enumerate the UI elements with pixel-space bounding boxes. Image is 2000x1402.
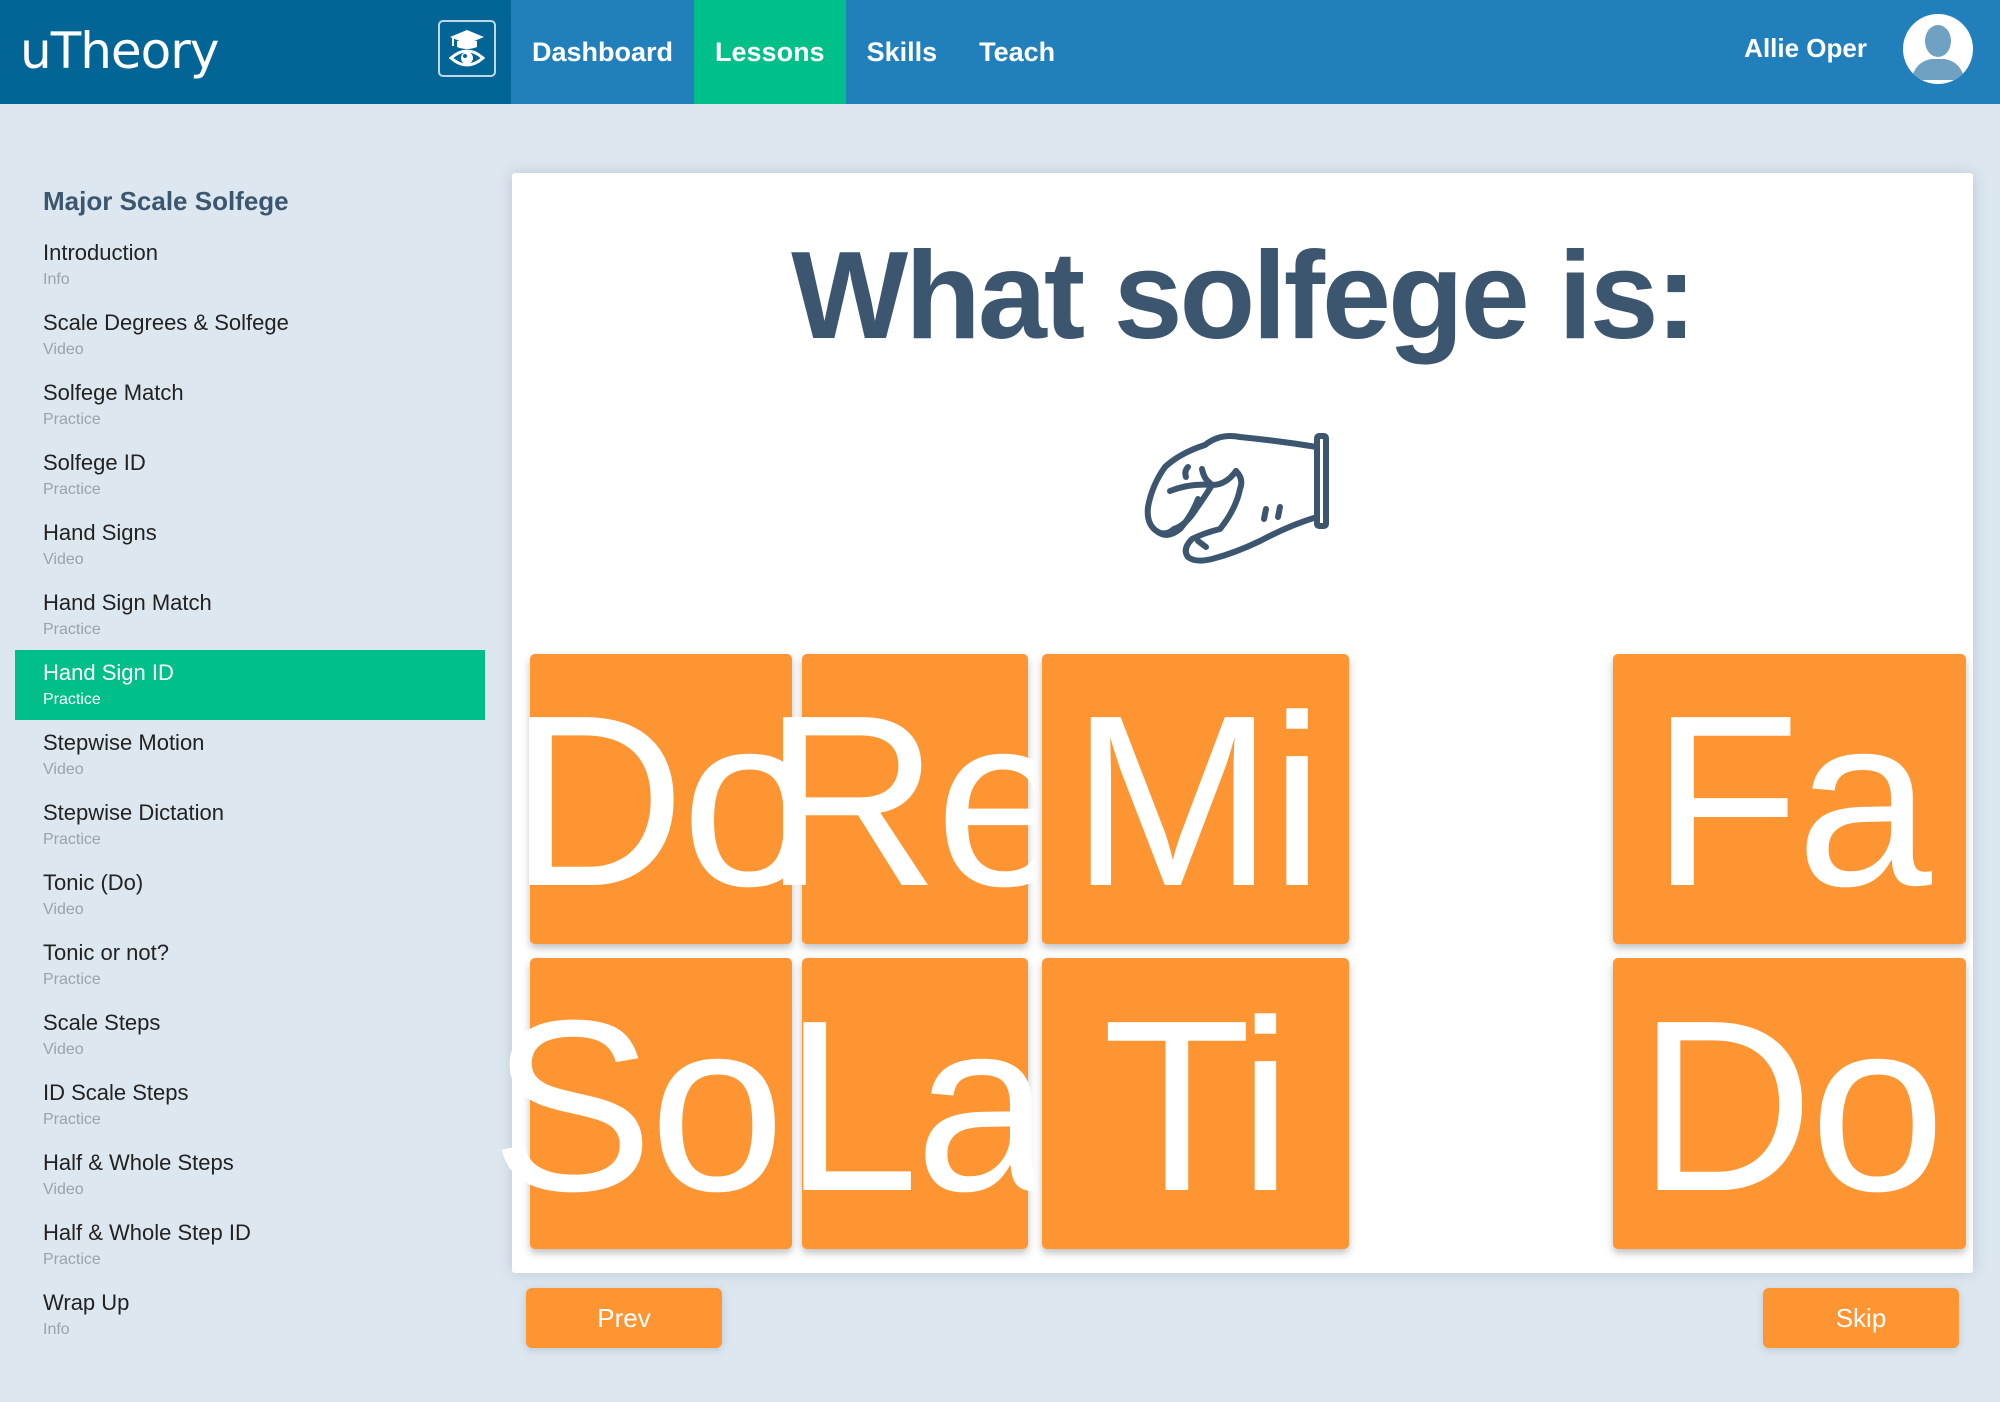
- lesson-type: Video: [43, 1181, 84, 1198]
- sidebar-item-solfege-match[interactable]: Solfege Match Practice: [15, 370, 485, 440]
- lesson-title: ID Scale Steps: [43, 1080, 189, 1105]
- lesson-title: Solfege ID: [43, 450, 146, 475]
- nav-dashboard[interactable]: Dashboard: [511, 0, 694, 104]
- lesson-title: Tonic or not?: [43, 940, 169, 965]
- lesson-type: Video: [43, 901, 84, 918]
- sidebar-item-scale-degrees-solfege[interactable]: Scale Degrees & Solfege Video: [15, 300, 485, 370]
- sidebar-item-stepwise-motion[interactable]: Stepwise Motion Video: [15, 720, 485, 790]
- graduation-cap-eye-icon[interactable]: [438, 20, 496, 77]
- lesson-title: Hand Signs: [43, 520, 157, 545]
- sidebar-item-solfege-id[interactable]: Solfege ID Practice: [15, 440, 485, 510]
- lesson-type: Practice: [43, 831, 101, 848]
- lesson-title: Half & Whole Step ID: [43, 1220, 251, 1245]
- sidebar-item-id-scale-steps[interactable]: ID Scale Steps Practice: [15, 1070, 485, 1140]
- answer-tile-mi[interactable]: Mi: [1042, 654, 1349, 944]
- nav-skills[interactable]: Skills: [846, 0, 959, 104]
- lesson-type: Practice: [43, 621, 101, 638]
- lesson-type: Info: [43, 271, 70, 288]
- answer-tile-ti[interactable]: Ti: [1042, 958, 1349, 1249]
- sidebar-heading: Major Scale Solfege: [43, 186, 289, 216]
- lesson-title: Scale Degrees & Solfege: [43, 310, 289, 335]
- lesson-type: Video: [43, 551, 84, 568]
- lesson-type: Practice: [43, 411, 101, 428]
- answer-tile-fa[interactable]: Fa: [1613, 654, 1966, 944]
- nav-lessons[interactable]: Lessons: [694, 0, 846, 104]
- lesson-title: Solfege Match: [43, 380, 184, 405]
- answer-tile-do[interactable]: Do: [509, 654, 817, 944]
- sidebar-item-wrap-up[interactable]: Wrap Up Info: [15, 1280, 485, 1350]
- lesson-title: Stepwise Dictation: [43, 800, 224, 825]
- lesson-type: Video: [43, 761, 84, 778]
- lesson-title: Introduction: [43, 240, 158, 265]
- answer-tile-re[interactable]: Re: [763, 654, 1071, 944]
- main-nav: Dashboard Lessons Skills Teach: [511, 0, 1076, 104]
- lesson-type: Practice: [43, 971, 101, 988]
- question-card: What solfege is: Do Re Mi Fa Sol La Ti D…: [491, 173, 1973, 1273]
- answer-tile-do-octave[interactable]: Do: [1613, 958, 1966, 1249]
- skip-button[interactable]: Skip: [1763, 1288, 1959, 1348]
- answer-label: Ti: [1102, 968, 1292, 1242]
- lesson-title: Scale Steps: [43, 1010, 161, 1035]
- answer-tile-la[interactable]: La: [783, 958, 1051, 1249]
- sidebar-item-half-whole-step-id[interactable]: Half & Whole Step ID Practice: [15, 1210, 485, 1280]
- lesson-title: Stepwise Motion: [43, 730, 205, 755]
- lesson-type: Video: [43, 341, 84, 358]
- prev-button[interactable]: Prev: [526, 1288, 722, 1348]
- answer-label: Fa: [1651, 664, 1932, 937]
- hand-sign-icon: [1140, 429, 1340, 579]
- answer-tile-sol[interactable]: Sol: [491, 958, 835, 1249]
- user-avatar[interactable]: [1903, 14, 1973, 84]
- lesson-type: Practice: [43, 1251, 101, 1268]
- sidebar-item-hand-signs[interactable]: Hand Signs Video: [15, 510, 485, 580]
- lesson-title: Wrap Up: [43, 1290, 130, 1315]
- sidebar-item-scale-steps[interactable]: Scale Steps Video: [15, 1000, 485, 1070]
- answer-label: Mi: [1070, 664, 1324, 937]
- sidebar-item-introduction[interactable]: Introduction Info: [15, 230, 485, 300]
- sidebar-item-hand-sign-match[interactable]: Hand Sign Match Practice: [15, 580, 485, 650]
- answer-label: Sol: [490, 968, 836, 1242]
- sidebar-item-half-whole-steps[interactable]: Half & Whole Steps Video: [15, 1140, 485, 1210]
- sidebar-item-stepwise-dictation[interactable]: Stepwise Dictation Practice: [15, 790, 485, 860]
- utheory-logo[interactable]: uTheory: [20, 16, 219, 86]
- lesson-type: Info: [43, 1321, 70, 1338]
- logo-area: uTheory: [0, 0, 511, 104]
- answer-label: Re: [763, 664, 1071, 937]
- sidebar-item-hand-sign-id[interactable]: Hand Sign ID Practice: [15, 650, 485, 720]
- top-navigation-bar: uTheory Dashboard Lessons Skills Teach A…: [0, 0, 2000, 104]
- user-name[interactable]: Allie Oper: [1744, 0, 1867, 96]
- lesson-type: Practice: [43, 691, 101, 708]
- sidebar-item-tonic-do[interactable]: Tonic (Do) Video: [15, 860, 485, 930]
- question-prompt: What solfege is:: [791, 227, 1697, 365]
- nav-teach[interactable]: Teach: [958, 0, 1076, 104]
- sidebar-item-tonic-or-not[interactable]: Tonic or not? Practice: [15, 930, 485, 1000]
- lesson-title: Hand Sign ID: [43, 660, 174, 685]
- lesson-type: Practice: [43, 481, 101, 498]
- answer-label: Do: [1637, 968, 1946, 1242]
- user-silhouette-icon: [1911, 25, 1965, 80]
- lesson-type: Video: [43, 1041, 84, 1058]
- answer-label: La: [783, 968, 1050, 1242]
- lesson-title: Half & Whole Steps: [43, 1150, 234, 1175]
- lesson-type: Practice: [43, 1111, 101, 1128]
- lesson-title: Tonic (Do): [43, 870, 144, 895]
- lesson-title: Hand Sign Match: [43, 590, 212, 615]
